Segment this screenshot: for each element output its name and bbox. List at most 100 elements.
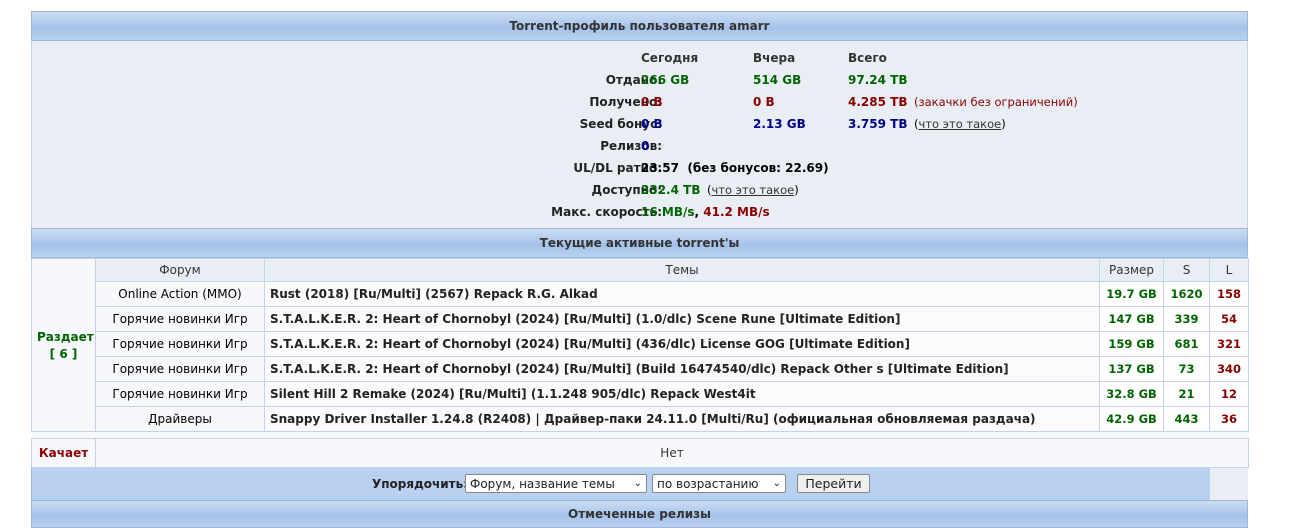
row-size: 147 GB (1099, 306, 1164, 332)
row-leechers: 158 (1209, 281, 1249, 307)
row-seeders: 339 (1163, 306, 1210, 332)
available-value: 332.4 TB (641, 183, 701, 197)
row-topic[interactable]: Rust (2018) [Ru/Multi] (2567) Repack R.G… (264, 281, 1100, 307)
releases-value: 0 (641, 139, 650, 153)
downloaded-total: 4.285 TB (848, 95, 908, 109)
seeding-label: Раздает (37, 329, 94, 344)
row-topic[interactable]: S.T.A.L.K.E.R. 2: Heart of Chornobyl (20… (264, 356, 1100, 382)
table-row: Горячие новинки Игр S.T.A.L.K.E.R. 2: He… (32, 331, 1249, 357)
seed-bonus-today: 0 B (641, 117, 663, 131)
seeding-cell: Раздает [ 6 ] (31, 258, 96, 432)
row-forum[interactable]: Горячие новинки Игр (95, 306, 265, 332)
table-row: Драйверы Snappy Driver Installer 1.24.8 … (32, 406, 1249, 432)
row-forum[interactable]: Горячие новинки Игр (95, 356, 265, 382)
row-forum[interactable]: Горячие новинки Игр (95, 331, 265, 357)
profile-title: Torrent-профиль пользователя amarr (31, 11, 1248, 41)
order-bar-gap (1210, 468, 1248, 500)
ratio-row: UL/DL ратио: 23.57 (без бонусов: 22.69) (32, 157, 1247, 179)
downloaded-row: Получено: 0 B 0 B 4.285 TB (закачки без … (32, 91, 1247, 113)
row-forum[interactable]: Драйверы (95, 406, 265, 432)
col-topic: Темы (264, 258, 1100, 282)
table-row: Горячие новинки Игр S.T.A.L.K.E.R. 2: He… (32, 356, 1249, 382)
row-leechers: 340 (1209, 356, 1249, 382)
seed-bonus-note: (что это такое) (914, 113, 1006, 135)
downloaded-yesterday: 0 B (753, 95, 775, 109)
chevron-down-icon: ⌄ (772, 478, 781, 489)
spacer-row (31, 431, 1249, 439)
row-size: 42.9 GB (1099, 406, 1164, 432)
seed-bonus-total: 3.759 TB (848, 117, 908, 131)
profile-panel: Torrent-профиль пользователя amarr Сегод… (31, 11, 1249, 528)
releases-label: Релизов: (600, 139, 662, 153)
seed-bonus-info-link[interactable]: что это такое (919, 117, 1002, 131)
col-seeders: S (1163, 258, 1210, 282)
col-size: Размер (1099, 258, 1164, 282)
row-seeders: 73 (1163, 356, 1210, 382)
max-speed-row: Макс. скорость: 16 MB/s, 41.2 MB/s (32, 201, 1247, 223)
releases-row: Релизов: 0 (32, 135, 1247, 157)
col-leechers: L (1209, 258, 1249, 282)
uploaded-total: 97.24 TB (848, 73, 908, 87)
row-size: 137 GB (1099, 356, 1164, 382)
available-row: Доступно: 332.4 TB (что это такое) (32, 179, 1247, 201)
table-header-row: Раздает [ 6 ] Форум Темы Размер S L (31, 258, 1249, 432)
row-leechers: 321 (1209, 331, 1249, 357)
table-row: Горячие новинки Игр S.T.A.L.K.E.R. 2: He… (32, 306, 1249, 332)
row-size: 159 GB (1099, 331, 1164, 357)
sort-direction-select[interactable]: по возрастанию ⌄ (652, 474, 786, 493)
row-seeders: 681 (1163, 331, 1210, 357)
paren-close: ) (1001, 117, 1006, 131)
col-forum: Форум (95, 258, 265, 282)
order-bar: Упорядочить: Форум, название темы ⌄ по в… (31, 468, 1248, 500)
row-forum[interactable]: Горячие новинки Игр (95, 381, 265, 407)
row-leechers: 12 (1209, 381, 1249, 407)
seed-bonus-yesterday: 2.13 GB (753, 117, 806, 131)
active-torrents-table: Раздает [ 6 ] Форум Темы Размер S L Onli… (31, 258, 1249, 468)
row-forum[interactable]: Online Action (MMO) (95, 281, 265, 307)
max-speed-up: 16 MB/s (641, 205, 695, 219)
row-topic[interactable]: Silent Hill 2 Remake (2024) [Ru/Multi] (… (264, 381, 1100, 407)
row-topic[interactable]: S.T.A.L.K.E.R. 2: Heart of Chornobyl (20… (264, 331, 1100, 357)
order-label: Упорядочить: (372, 477, 469, 491)
active-torrents-title: Текущие активные torrent'ы (31, 228, 1248, 258)
marked-releases-title: Отмеченные релизы (31, 500, 1248, 528)
chevron-down-icon: ⌄ (633, 478, 642, 489)
seed-bonus-row: Seed бонус: 0 B 2.13 GB 3.759 TB (что эт… (32, 113, 1247, 135)
uploaded-today: 266 GB (641, 73, 690, 87)
available-info-link[interactable]: что это такое (712, 183, 795, 197)
col-total: Всего (848, 51, 887, 65)
max-speed-value: 16 MB/s, 41.2 MB/s (641, 201, 770, 223)
leeching-label: Качает (31, 438, 96, 468)
row-seeders: 443 (1163, 406, 1210, 432)
row-leechers: 54 (1209, 306, 1249, 332)
available-note: (что это такое) (707, 179, 799, 201)
stats-header-row: Сегодня Вчера Всего (32, 47, 1247, 69)
row-topic[interactable]: Snappy Driver Installer 1.24.8 (R2408) |… (264, 406, 1100, 432)
row-topic[interactable]: S.T.A.L.K.E.R. 2: Heart of Chornobyl (20… (264, 306, 1100, 332)
row-size: 32.8 GB (1099, 381, 1164, 407)
paren-close: ) (794, 183, 799, 197)
row-leechers: 36 (1209, 406, 1249, 432)
seeding-count[interactable]: [ 6 ] (37, 347, 90, 361)
table-row: Online Action (MMO) Rust (2018) [Ru/Mult… (32, 281, 1249, 307)
col-today: Сегодня (641, 51, 699, 65)
go-button[interactable]: Перейти (797, 474, 870, 493)
max-speed-down: 41.2 MB/s (703, 205, 770, 219)
ratio-number: 23.57 (641, 161, 679, 175)
sort-direction-value: по возрастанию (657, 477, 759, 491)
downloaded-today: 0 B (641, 95, 663, 109)
row-seeders: 1620 (1163, 281, 1210, 307)
row-seeders: 21 (1163, 381, 1210, 407)
col-yesterday: Вчера (753, 51, 796, 65)
row-size: 19.7 GB (1099, 281, 1164, 307)
leeching-row: Качает Нет (31, 438, 1249, 468)
ratio-value: 23.57 (без бонусов: 22.69) (641, 157, 829, 179)
leeching-value: Нет (95, 438, 1249, 468)
sort-field-select[interactable]: Форум, название темы ⌄ (465, 474, 647, 493)
uploaded-row: Отдано: 266 GB 514 GB 97.24 TB (32, 69, 1247, 91)
sort-field-value: Форум, название темы (470, 477, 615, 491)
downloaded-note: (закачки без ограничений) (914, 95, 1078, 109)
max-speed-sep: , (694, 205, 700, 219)
uploaded-yesterday: 514 GB (753, 73, 802, 87)
spacer (31, 431, 1249, 439)
